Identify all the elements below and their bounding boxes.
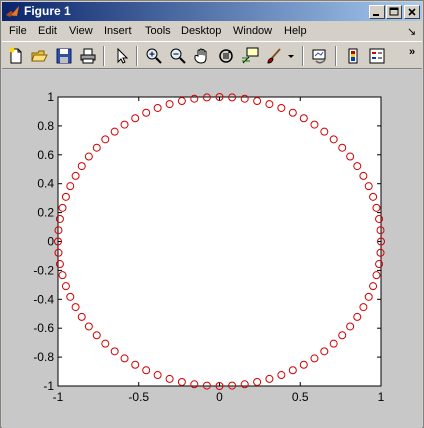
maximize-button[interactable] — [386, 5, 402, 19]
toolbar-overflow-chevron[interactable]: » — [409, 46, 415, 58]
toolbar-separator — [335, 46, 337, 66]
link-plot-icon — [312, 49, 326, 64]
figure-canvas: -1 -0.5 0 0.5 1 -1 -0.8 -0.6 -0.4 -0.2 0 0.2 0.4 0.6… — [2, 70, 422, 428]
minimize-icon — [373, 14, 379, 16]
y-tick-label: -0.6 — [33, 321, 54, 335]
minimize-button[interactable] — [369, 5, 385, 19]
open-file-button[interactable] — [30, 46, 50, 66]
menu-window[interactable]: Window — [233, 25, 272, 38]
pan-button[interactable] — [192, 46, 212, 66]
y-tick-label: -0.2 — [33, 263, 54, 277]
y-tick-label: -0.8 — [33, 350, 54, 364]
matlab-logo-icon — [6, 6, 19, 17]
brush-button[interactable] — [264, 46, 284, 66]
zoom-in-icon — [146, 48, 162, 64]
y-tick-label: 0.4 — [37, 177, 54, 191]
figure-window: Figure 1 File Edit View Insert Tools Des… — [0, 0, 424, 428]
window-title: Figure 1 — [24, 4, 71, 18]
zoom-out-icon — [170, 48, 186, 64]
data-cursor-button[interactable] — [240, 46, 260, 66]
save-button[interactable] — [54, 46, 74, 66]
menu-tools[interactable]: Tools — [145, 25, 171, 38]
pointer-icon — [117, 47, 129, 64]
data-cursor-icon — [242, 47, 259, 64]
zoom-out-button[interactable] — [168, 46, 188, 66]
y-tick-label: 0 — [47, 235, 54, 249]
brush-dropdown-icon — [288, 55, 294, 58]
x-tick-label: 0 — [216, 390, 223, 404]
rotate-3d-button[interactable] — [216, 46, 236, 66]
menu-help[interactable]: Help — [284, 25, 307, 38]
maximize-icon — [389, 7, 399, 16]
y-tick-label: -1 — [43, 379, 54, 393]
x-tick-label: -0.5 — [128, 390, 149, 404]
insert-colorbar-button[interactable] — [343, 46, 363, 66]
menubar-dock-arrow[interactable]: ↘ — [407, 25, 416, 38]
x-tick-label: 1 — [378, 390, 385, 404]
menu-desktop[interactable]: Desktop — [181, 25, 221, 38]
edit-plot-button[interactable] — [111, 46, 131, 66]
y-tick-label: 1 — [47, 90, 54, 104]
y-tick-labels: -1 -0.8 -0.6 -0.4 -0.2 0 0.2 0.4 0.6 0.8 1 — [33, 90, 54, 393]
title-bar[interactable]: Figure 1 — [2, 2, 422, 21]
rotate-3d-icon — [219, 49, 233, 63]
menu-insert[interactable]: Insert — [104, 25, 132, 38]
link-plot-button[interactable] — [310, 46, 330, 66]
x-tick-label: 0.5 — [292, 390, 309, 404]
brush-dropdown-button[interactable] — [286, 46, 296, 66]
axes-background — [57, 96, 382, 387]
x-tick-label: -1 — [53, 390, 64, 404]
new-figure-icon — [9, 47, 22, 64]
colorbar-icon — [348, 48, 358, 64]
new-figure-button[interactable] — [6, 46, 26, 66]
save-icon — [56, 48, 72, 64]
close-icon — [408, 8, 416, 16]
menu-file[interactable]: File — [9, 25, 27, 38]
brush-icon — [267, 48, 281, 64]
y-tick-label: 0.2 — [37, 206, 54, 220]
print-button[interactable] — [78, 46, 98, 66]
x-tick-labels: -1 -0.5 0 0.5 1 — [53, 390, 385, 404]
print-icon — [80, 48, 96, 64]
legend-icon — [369, 48, 385, 64]
toolbar-separator — [136, 46, 138, 66]
y-tick-label: 0.6 — [37, 148, 54, 162]
menu-bar: File Edit View Insert Tools Desktop Wind… — [2, 22, 422, 41]
insert-legend-button[interactable] — [367, 46, 387, 66]
close-button[interactable] — [404, 5, 420, 19]
zoom-in-button[interactable] — [144, 46, 164, 66]
y-tick-label: 0.8 — [37, 119, 54, 133]
toolbar-separator — [302, 46, 304, 66]
toolbar-separator — [103, 46, 105, 66]
figure-toolbar: » — [2, 41, 422, 69]
open-file-icon — [31, 50, 48, 62]
y-tick-label: -0.4 — [33, 292, 54, 306]
menu-view[interactable]: View — [69, 25, 93, 38]
menu-edit[interactable]: Edit — [38, 25, 57, 38]
axes-chart[interactable]: -1 -0.5 0 0.5 1 -1 -0.8 -0.6 -0.4 -0.2 0 0.2 0.4 0.6… — [2, 70, 422, 428]
pan-hand-icon — [194, 48, 207, 64]
